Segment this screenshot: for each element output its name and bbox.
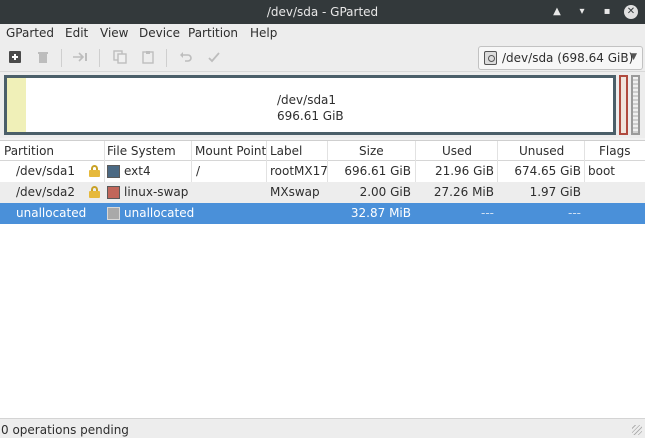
menu-edit[interactable]: Edit — [65, 26, 88, 40]
column-header-flags[interactable]: Flags — [599, 144, 630, 158]
partition-label: MXswap — [270, 185, 320, 199]
lock-icon — [89, 186, 100, 198]
filesystem-color-swatch — [107, 186, 120, 199]
minimize-icon[interactable]: ▾ — [574, 4, 590, 20]
resize-grip-icon[interactable] — [632, 425, 642, 435]
partition-flags: boot — [588, 164, 616, 178]
column-header-mount-point[interactable]: Mount Point — [195, 144, 266, 158]
file-system: unallocated — [124, 206, 195, 220]
partition-used: --- — [481, 206, 494, 220]
column-header-size[interactable]: Size — [359, 144, 384, 158]
column-header-unused[interactable]: Unused — [519, 144, 564, 158]
partition-size: 2.00 GiB — [359, 185, 411, 199]
partition-name: /dev/sda1 — [16, 164, 76, 178]
lock-icon — [89, 165, 100, 177]
maximize-icon[interactable]: ▲ — [549, 4, 565, 20]
menu-device[interactable]: Device — [139, 26, 180, 40]
close-icon[interactable]: ✕ — [624, 5, 638, 19]
menu-help[interactable]: Help — [250, 26, 277, 40]
column-header-file-system[interactable]: File System — [107, 144, 176, 158]
partition-unused: --- — [568, 206, 581, 220]
disk-map-used-space — [7, 78, 26, 132]
mount-point: / — [196, 164, 201, 178]
table-row-selected[interactable]: unallocated unallocated 32.87 MiB --- --… — [0, 203, 645, 224]
partition-size: 696.61 GiB — [344, 164, 411, 178]
partition-used: 27.26 MiB — [433, 185, 494, 199]
paste-icon[interactable] — [140, 50, 156, 66]
disk-map-partition-sda1[interactable]: /dev/sda1 696.61 GiB — [4, 75, 616, 135]
partition-size: 32.87 MiB — [350, 206, 411, 220]
column-header-partition[interactable]: Partition — [4, 144, 54, 158]
restore-icon[interactable]: ▪ — [599, 4, 615, 20]
chevron-down-icon: ▼ — [630, 52, 637, 62]
device-selector[interactable]: /dev/sda (698.64 GiB) ▼ — [478, 46, 643, 70]
status-bar: 0 operations pending — [0, 418, 645, 438]
disk-map-partition-name: /dev/sda1 — [277, 93, 337, 107]
toolbar-separator — [61, 49, 62, 67]
partition-name: unallocated — [16, 206, 87, 220]
new-partition-icon[interactable] — [7, 50, 23, 66]
partition-label: rootMX17 — [270, 164, 328, 178]
partition-table: Partition File System Mount Point Label … — [0, 140, 645, 418]
copy-icon[interactable] — [112, 50, 128, 66]
partition-unused: 674.65 GiB — [514, 164, 581, 178]
partition-used: 21.96 GiB — [434, 164, 494, 178]
table-row[interactable]: /dev/sda1 ext4 / rootMX17 696.61 GiB 21.… — [0, 161, 645, 182]
column-header-label[interactable]: Label — [270, 144, 302, 158]
delete-icon[interactable] — [35, 50, 51, 66]
undo-icon[interactable] — [178, 50, 194, 66]
status-text: 0 operations pending — [1, 423, 129, 437]
disk-map-partition-size: 696.61 GiB — [277, 109, 344, 123]
menu-partition[interactable]: Partition — [188, 26, 238, 40]
partition-name: /dev/sda2 — [16, 185, 76, 199]
partition-unused: 1.97 GiB — [529, 185, 581, 199]
title-bar: /dev/sda - GParted ▲ ▾ ▪ ✕ — [0, 0, 645, 24]
file-system: linux-swap — [124, 185, 189, 199]
disk-map-unallocated[interactable] — [631, 75, 640, 135]
disk-map-partition-sda2[interactable] — [619, 75, 628, 135]
disk-map: /dev/sda1 696.61 GiB — [0, 72, 645, 138]
menu-gparted[interactable]: GParted — [6, 26, 54, 40]
resize-move-icon[interactable] — [72, 50, 88, 66]
column-header-used[interactable]: Used — [442, 144, 472, 158]
table-row[interactable]: /dev/sda2 linux-swap MXswap 2.00 GiB 27.… — [0, 182, 645, 203]
filesystem-color-swatch — [107, 207, 120, 220]
filesystem-color-swatch — [107, 165, 120, 178]
menu-view[interactable]: View — [100, 26, 128, 40]
table-header: Partition File System Mount Point Label … — [0, 141, 645, 161]
apply-icon[interactable] — [206, 50, 222, 66]
menu-bar: GParted Edit View Device Partition Help — [0, 24, 645, 44]
file-system: ext4 — [124, 164, 151, 178]
toolbar-separator — [166, 49, 167, 67]
hard-disk-icon — [484, 51, 497, 65]
device-selector-label: /dev/sda (698.64 GiB) — [502, 51, 634, 65]
toolbar-separator — [99, 49, 100, 67]
